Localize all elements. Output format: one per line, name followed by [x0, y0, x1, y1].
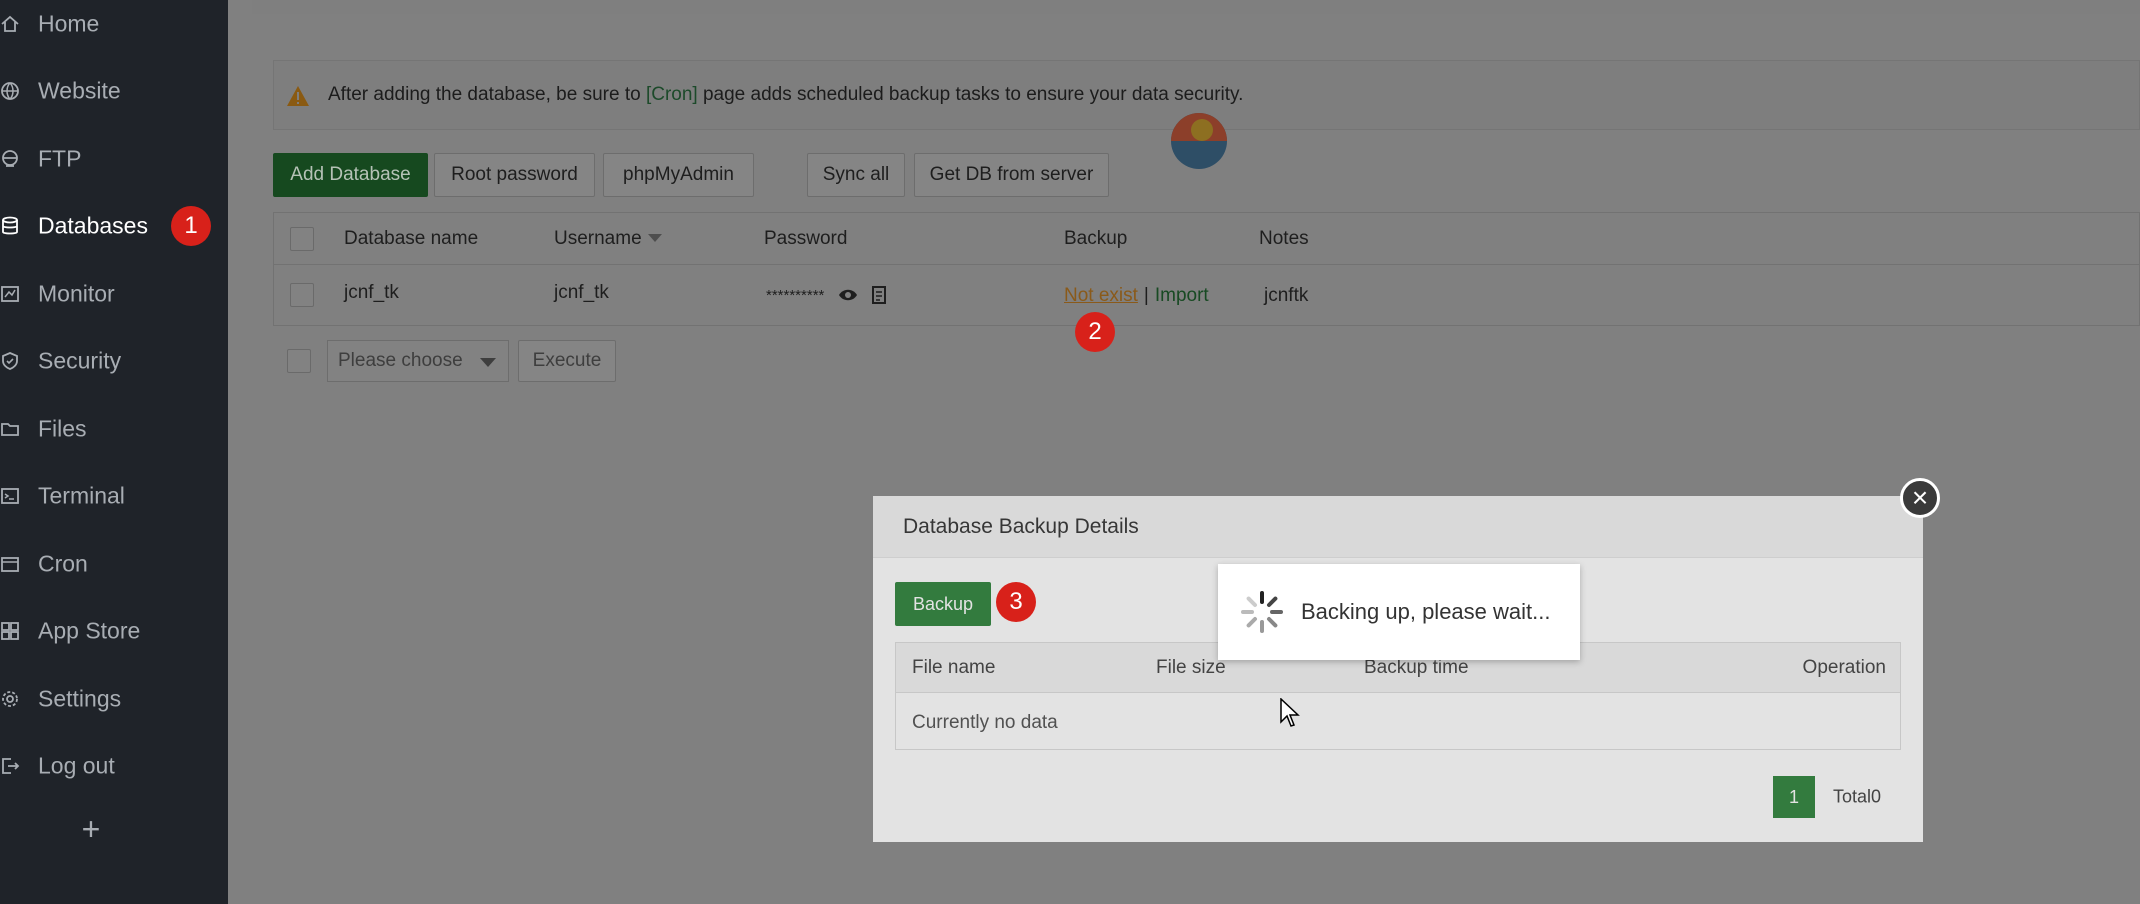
cell-notes[interactable]: jcnftk — [1264, 285, 1308, 307]
pagination-total: Total0 — [1833, 786, 1882, 807]
sidebar-item-label: Files — [38, 415, 87, 442]
logo-dot — [1191, 119, 1213, 141]
folder-icon — [1, 423, 19, 436]
execute-button[interactable]: Execute — [518, 340, 616, 382]
close-icon[interactable]: × — [1900, 478, 1940, 518]
batch-action-select[interactable]: Please choose — [327, 340, 509, 382]
col-file-size: File size — [1156, 656, 1226, 678]
globe-icon — [1, 82, 19, 101]
sidebar-item-label: Monitor — [38, 280, 115, 307]
sidebar-item-label: Log out — [38, 752, 115, 779]
select-placeholder: Please choose — [338, 350, 463, 371]
phpmyadmin-button[interactable]: phpMyAdmin — [603, 153, 754, 197]
col-backup: Backup — [1064, 227, 1128, 249]
mouse-cursor-icon — [1280, 698, 1300, 727]
sidebar-item-label: Website — [38, 77, 121, 104]
logout-icon — [2, 758, 20, 774]
add-database-button[interactable]: Add Database — [273, 153, 428, 197]
sidebar-item-security[interactable]: Security — [0, 331, 228, 391]
empty-state-text: Currently no data — [912, 712, 1058, 733]
sidebar-item-log-out[interactable]: Log out — [0, 736, 228, 796]
sidebar-item-files[interactable]: Files — [0, 399, 228, 459]
step-badge: 1 — [171, 206, 211, 246]
monitor-icon — [1, 286, 19, 302]
get-db-from-server-button[interactable]: Get DB from server — [914, 153, 1109, 197]
col-username[interactable]: Username — [554, 228, 662, 250]
sidebar-item-ftp[interactable]: FTP — [0, 129, 228, 189]
database-table: Database name Username Password Backup N… — [273, 212, 2140, 326]
backup-button[interactable]: Backup — [895, 582, 991, 626]
calendar-icon — [1, 557, 19, 572]
table-header: Database name Username Password Backup N… — [274, 213, 2139, 265]
eye-icon[interactable] — [838, 288, 858, 302]
loading-toast: Backing up, please wait... — [1218, 564, 1580, 660]
col-operation: Operation — [1802, 656, 1886, 678]
loading-text: Backing up, please wait... — [1301, 599, 1551, 624]
pagination-page-1[interactable]: 1 — [1773, 776, 1815, 818]
step-badge: 2 — [1075, 312, 1115, 352]
link-separator: | — [1143, 285, 1149, 306]
grid-icon — [1, 622, 19, 640]
backup-details-dialog: Database Backup Details Backup File name… — [873, 496, 1923, 842]
ftp-icon — [2, 150, 18, 167]
sidebar-item-monitor[interactable]: Monitor — [0, 264, 228, 324]
step-badge: 3 — [996, 582, 1036, 622]
row-checkbox[interactable] — [290, 283, 314, 307]
sidebar-item-label: FTP — [38, 145, 82, 172]
sidebar-item-terminal[interactable]: Terminal — [0, 466, 228, 526]
import-link[interactable]: Import — [1155, 285, 1209, 306]
database-icon — [2, 216, 18, 235]
sidebar-item-label: Cron — [38, 550, 88, 577]
warning-icon — [287, 86, 309, 106]
top-panel — [252, 0, 2140, 14]
cell-username: jcnf_tk — [554, 282, 609, 303]
loading-logo-icon — [1171, 113, 1227, 169]
cell-backup: Not exist | Import — [1064, 285, 1209, 307]
sidebar-item-label: Home — [38, 10, 100, 37]
sidebar-item-label: Settings — [38, 685, 122, 712]
sync-all-button[interactable]: Sync all — [807, 153, 905, 197]
cell-password: ********** — [766, 284, 887, 306]
sidebar-item-databases[interactable]: Databases 1 — [0, 196, 228, 256]
sort-down-icon — [647, 234, 662, 243]
col-password: Password — [764, 227, 848, 249]
backup-not-exist-link[interactable]: Not exist — [1064, 285, 1138, 306]
sidebar-item-website[interactable]: Website — [0, 61, 228, 121]
chevron-down-icon — [480, 358, 496, 367]
sidebar-item-app-store[interactable]: App Store — [0, 601, 228, 661]
col-notes: Notes — [1259, 227, 1309, 249]
gear-icon — [2, 691, 18, 707]
col-file-name: File name — [912, 656, 996, 678]
batch-checkbox[interactable] — [287, 349, 311, 373]
sidebar-item-cron[interactable]: Cron — [0, 534, 228, 594]
cron-link[interactable]: [Cron] — [646, 84, 698, 105]
add-menu-button[interactable]: + — [74, 811, 108, 847]
cell-database-name[interactable]: jcnf_tk — [344, 282, 399, 304]
spinner-icon — [1241, 591, 1283, 633]
root-password-button[interactable]: Root password — [434, 153, 595, 197]
terminal-icon — [1, 488, 19, 504]
sidebar-item-label: Databases — [38, 212, 148, 239]
password-mask: ********** — [766, 287, 825, 304]
sidebar-item-settings[interactable]: Settings — [0, 669, 228, 729]
dialog-title: Database Backup Details — [903, 514, 1139, 538]
dialog-header: Database Backup Details — [873, 496, 1923, 558]
sidebar-item-label: Terminal — [38, 482, 125, 509]
col-database-name: Database name — [344, 227, 479, 249]
home-icon — [1, 15, 19, 32]
sidebar-item-label: App Store — [38, 617, 141, 644]
shield-icon — [2, 352, 18, 370]
alert-text: After adding the database, be sure to [C… — [328, 84, 1244, 105]
sidebar: Home Website FTP Databases 1 Monitor Sec… — [0, 0, 228, 904]
sidebar-item-label: Security — [38, 347, 122, 374]
sidebar-item-home[interactable]: Home — [0, 0, 228, 54]
select-all-checkbox[interactable] — [290, 227, 314, 251]
copy-icon[interactable] — [871, 285, 887, 305]
